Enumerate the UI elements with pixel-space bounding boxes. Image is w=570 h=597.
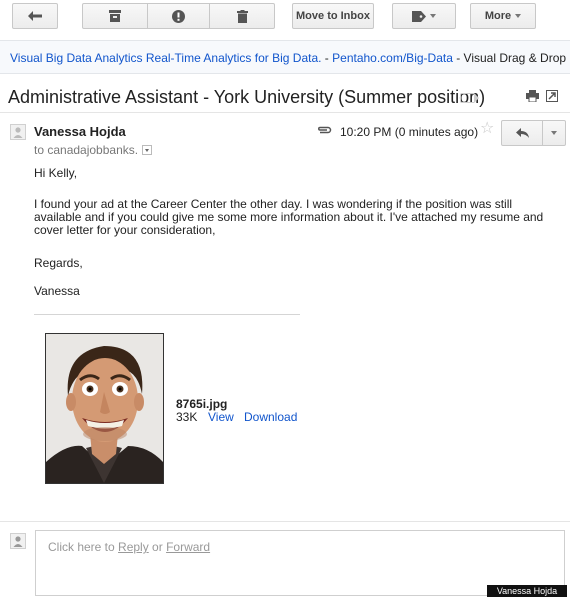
new-window-icon[interactable] [546, 90, 558, 102]
reply-arrow-icon [515, 128, 529, 138]
sender-name[interactable]: Vanessa Hojda [34, 124, 126, 139]
person-icon [13, 127, 23, 138]
sponsored-ad-bar: Visual Big Data Analytics Real-Time Anal… [0, 40, 570, 74]
sender-avatar [10, 124, 26, 140]
chevron-down-icon [430, 14, 436, 18]
email-signature: Vanessa [34, 284, 80, 298]
recipient-text: to canadajobbanks. [34, 143, 139, 157]
back-arrow-icon [28, 11, 42, 21]
show-details-dropdown[interactable] [142, 144, 153, 155]
current-user-avatar [10, 533, 26, 549]
forward-link[interactable]: Forward [166, 540, 210, 554]
move-to-inbox-label: Move to Inbox [296, 10, 370, 22]
attachment-view-link[interactable]: View [208, 410, 234, 424]
email-greeting: Hi Kelly, [34, 166, 78, 180]
reply-prompt: Click here to Reply or Forward [48, 540, 210, 554]
recipient-line: to canadajobbanks. [34, 143, 153, 157]
ad-separator: - [321, 51, 333, 65]
report-spam-icon [172, 9, 185, 23]
reply-prompt-prefix: Click here to [48, 540, 119, 554]
star-icon[interactable]: ☆ [480, 121, 494, 137]
more-actions-dropdown[interactable] [542, 120, 566, 146]
move-to-inbox-button[interactable]: Move to Inbox [292, 3, 374, 29]
reply-link[interactable]: Reply [118, 540, 149, 554]
more-button[interactable]: More [470, 3, 536, 29]
importance-marker-icon[interactable] [460, 93, 479, 103]
action-toolbar: Move to Inbox More [0, 0, 570, 36]
more-label: More [484, 10, 512, 22]
print-icon[interactable] [526, 90, 539, 102]
email-subject: Administrative Assistant - York Universi… [8, 87, 486, 107]
chevron-down-icon [551, 131, 557, 135]
divider [0, 521, 570, 522]
back-to-inbox-button[interactable] [12, 3, 58, 29]
ad-title-link[interactable]: Visual Big Data Analytics Real-Time Anal… [10, 51, 321, 65]
attachment-divider [34, 314, 300, 315]
report-spam-button[interactable] [147, 3, 210, 29]
divider [0, 112, 570, 113]
attachment-size: 33K [176, 410, 198, 424]
email-closing: Regards, [34, 256, 83, 270]
email-body-paragraph: I found your ad at the Career Center the… [34, 197, 544, 237]
archive-icon [109, 10, 121, 22]
photo-credit: Vanessa Hojda [487, 585, 567, 597]
ad-separator: - [452, 51, 464, 65]
portrait-photo [46, 334, 163, 483]
attachment-filename: 8765i.jpg [176, 397, 228, 411]
attachment-thumbnail[interactable] [45, 333, 164, 484]
reply-prompt-or: or [148, 540, 167, 554]
archive-button[interactable] [82, 3, 148, 29]
chevron-down-icon [515, 14, 522, 18]
trash-icon [236, 9, 248, 23]
ad-domain-link[interactable]: Pentaho.com/Big-Data [332, 51, 453, 65]
message-timestamp: 10:20 PM (0 minutes ago) [340, 125, 479, 139]
delete-button[interactable] [209, 3, 275, 29]
label-tag-icon [412, 10, 426, 22]
ad-snippet: Visual Drag & Drop U [463, 51, 570, 65]
attachment-download-link[interactable]: Download [244, 410, 297, 424]
person-icon [13, 536, 23, 547]
labels-button[interactable] [392, 3, 456, 29]
paperclip-icon [318, 126, 332, 134]
reply-box[interactable]: Click here to Reply or Forward [35, 530, 565, 596]
reply-button[interactable] [501, 120, 543, 146]
